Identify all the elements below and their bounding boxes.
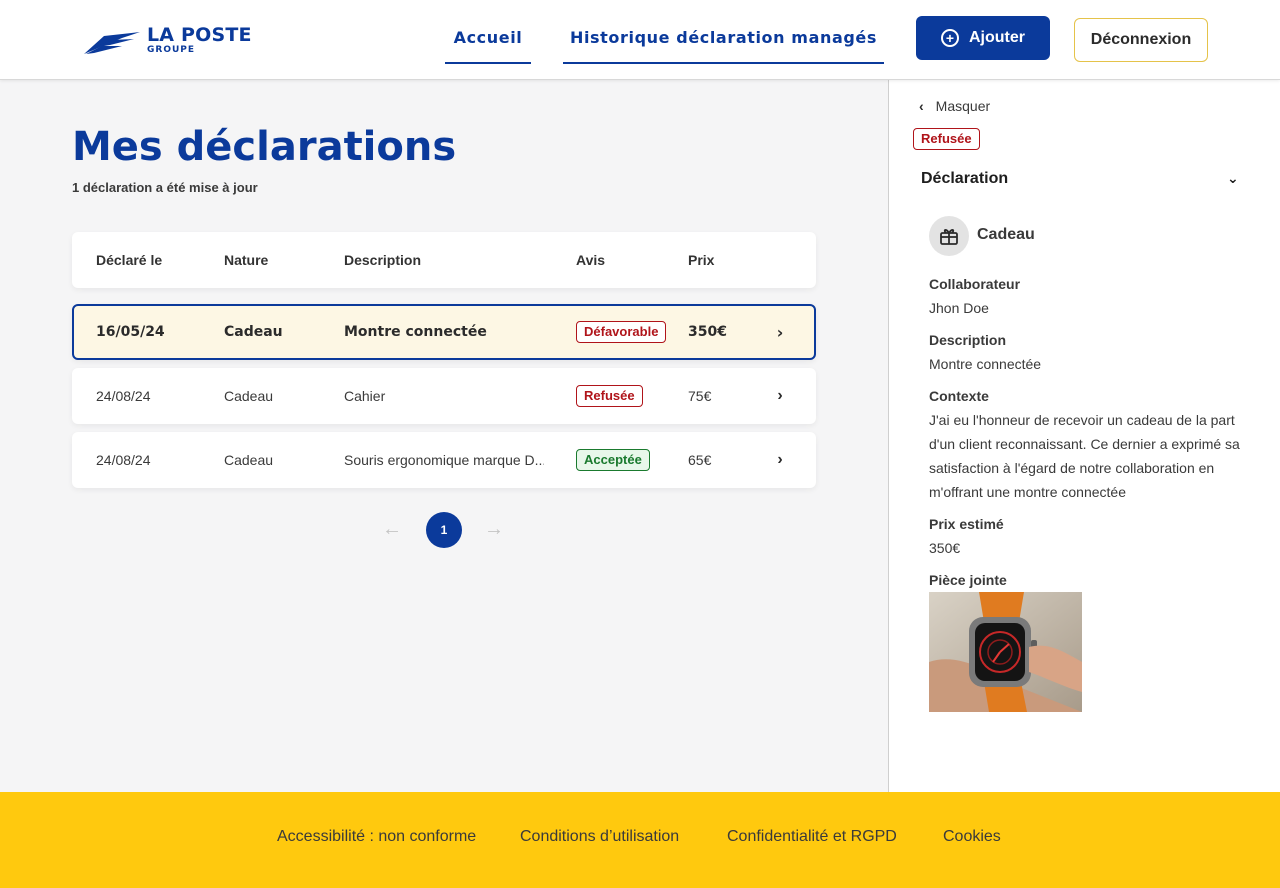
logo-title: LA POSTE (147, 24, 252, 46)
plus-circle-icon: + (941, 29, 959, 47)
nav-home-link[interactable]: Accueil (445, 28, 531, 64)
status-badge: Refusée (913, 128, 980, 150)
smartwatch-photo (929, 592, 1082, 712)
page-number-button[interactable]: 1 (426, 512, 462, 548)
row-avis: Défavorable (576, 306, 686, 358)
nav-history-link[interactable]: Historique déclaration managés (563, 28, 884, 64)
detail-panel: ‹ Masquer Refusée Déclaration ⌄ Cadeau C… (888, 80, 1280, 792)
row-avis: Acceptée (576, 432, 686, 488)
price-label: Prix estimé (929, 516, 1004, 532)
chevron-right-icon[interactable]: › (768, 306, 792, 358)
row-date: 24/08/24 (96, 388, 151, 404)
column-header-date: Déclaré le (96, 252, 163, 268)
collaborator-value: Jhon Doe (929, 300, 989, 316)
status-badge: Acceptée (576, 449, 650, 471)
price-value: 350€ (929, 540, 961, 556)
row-nature: Cadeau (224, 324, 283, 340)
logout-button[interactable]: Déconnexion (1074, 18, 1208, 62)
column-header-prix: Prix (688, 252, 715, 268)
description-label: Description (929, 332, 1007, 348)
add-button-label: Ajouter (969, 29, 1025, 46)
table-row[interactable]: 24/08/24 Cadeau Souris ergonomique marqu… (72, 432, 816, 488)
footer-link-accessibility[interactable]: Accessibilité : non conforme (277, 828, 476, 846)
table-row[interactable]: 24/08/24 Cadeau Cahier Refusée 75€ › (72, 368, 816, 424)
header: LA POSTE GROUPE Accueil Historique décla… (0, 0, 1280, 80)
table-header: Déclaré le Nature Description Avis Prix (72, 232, 816, 288)
add-button[interactable]: + Ajouter (916, 16, 1050, 60)
row-description: Montre connectée (344, 324, 487, 340)
chevron-left-icon: ‹ (919, 98, 924, 114)
attachment-thumbnail[interactable] (929, 592, 1082, 712)
row-description-text: Souris ergonomique marque D... (344, 452, 544, 468)
column-header-description: Description (344, 252, 422, 268)
main-content: Mes déclarations 1 déclaration a été mis… (0, 80, 888, 792)
context-label: Contexte (929, 388, 989, 404)
row-description: Cahier (344, 388, 386, 404)
row-prix: 65€ (688, 452, 712, 468)
attachment-label: Pièce jointe (929, 572, 1007, 588)
row-nature: Cadeau (224, 388, 274, 404)
collaborator-label: Collaborateur (929, 276, 1021, 292)
context-value: J'ai eu l'honneur de recevoir un cadeau … (929, 412, 1240, 500)
section-title: Déclaration (921, 170, 1009, 187)
nature-label: Cadeau (977, 226, 1035, 243)
footer-link-terms[interactable]: Conditions d’utilisation (520, 828, 679, 846)
page-subtitle: 1 déclaration a été mise à jour (72, 180, 258, 195)
row-description: Souris ergonomique marque D... (344, 432, 544, 488)
table-row[interactable]: 16/05/24 Cadeau Montre connectée Défavor… (72, 304, 816, 360)
row-prix: 75€ (688, 388, 712, 404)
arrow-left-icon[interactable]: ← (382, 518, 402, 541)
row-nature: Cadeau (224, 452, 274, 468)
description-value: Montre connectée (929, 356, 1042, 372)
footer-link-privacy[interactable]: Confidentialité et RGPD (727, 828, 897, 846)
chevron-down-icon[interactable]: ⌄ (1227, 170, 1239, 187)
chevron-right-icon[interactable]: › (768, 432, 792, 488)
hide-panel-button[interactable]: ‹ Masquer (919, 98, 990, 114)
column-header-nature: Nature (224, 252, 269, 268)
pagination: ← 1 → (380, 512, 510, 548)
hide-panel-label: Masquer (935, 98, 991, 114)
logo-subtitle: GROUPE (147, 45, 196, 55)
row-avis: Refusée (576, 368, 686, 424)
la-poste-logo[interactable]: LA POSTE GROUPE (82, 24, 262, 58)
footer-link-cookies[interactable]: Cookies (943, 828, 1001, 846)
gift-icon (929, 216, 969, 256)
row-date: 16/05/24 (96, 324, 165, 340)
status-badge: Défavorable (576, 321, 667, 343)
arrow-right-icon[interactable]: → (484, 518, 504, 541)
status-badge: Refusée (576, 385, 643, 407)
chevron-right-icon[interactable]: › (768, 368, 792, 424)
row-prix: 350€ (688, 324, 727, 340)
page-title: Mes déclarations (72, 124, 457, 170)
column-header-avis: Avis (576, 252, 606, 268)
row-date: 24/08/24 (96, 452, 151, 468)
la-poste-bird-icon (84, 32, 140, 54)
footer: Accessibilité : non conforme Conditions … (0, 792, 1280, 888)
